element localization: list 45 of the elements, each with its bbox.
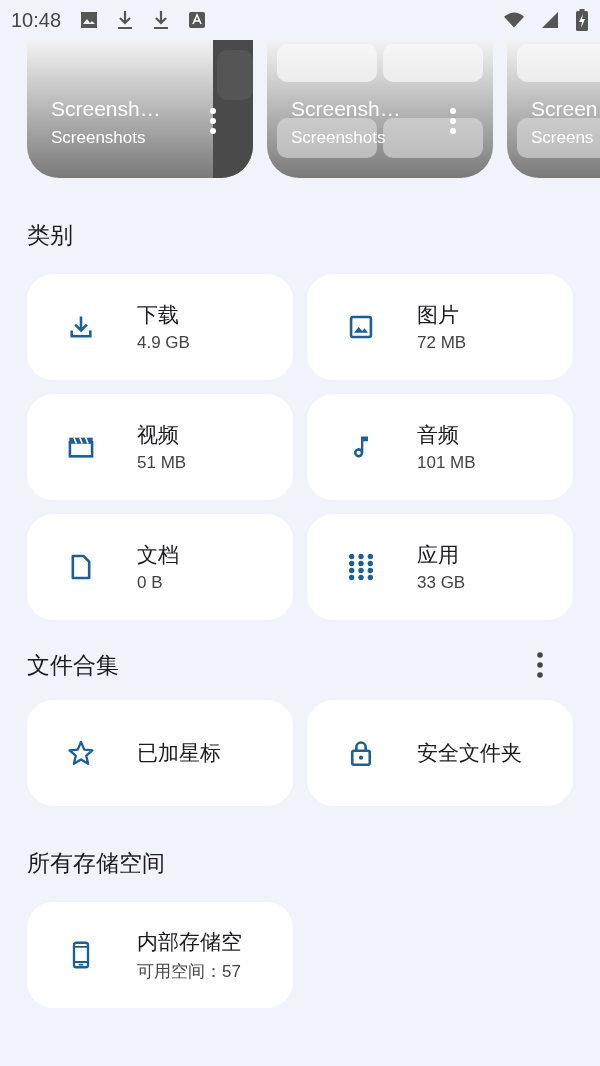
category-size: 101 MB	[417, 453, 476, 473]
folder-name: Screenshots	[291, 128, 387, 148]
collection-card[interactable]: 已加星标	[27, 700, 293, 806]
category-card[interactable]: 下载 4.9 GB	[27, 274, 293, 380]
collection-card[interactable]: 安全文件夹	[307, 700, 573, 806]
apps-grid-icon	[347, 553, 375, 581]
star-icon	[67, 739, 95, 767]
category-size: 51 MB	[137, 453, 187, 473]
status-time: 10:48	[11, 8, 62, 32]
category-card[interactable]: 音频 101 MB	[307, 394, 573, 500]
section-title: 类别	[26, 221, 74, 250]
storage-free-space: 可用空间：57	[137, 960, 242, 983]
storage-name: 内部存储空	[137, 928, 242, 956]
category-size: 33 GB	[417, 573, 466, 593]
signal-icon	[540, 10, 560, 30]
category-size: 72 MB	[417, 333, 467, 353]
category-size: 4.9 GB	[137, 333, 190, 353]
category-card[interactable]: 应用 33 GB	[307, 514, 573, 620]
more-icon[interactable]	[210, 108, 216, 134]
image-icon	[79, 10, 100, 30]
file-title: Screen	[531, 97, 598, 121]
folder-name: Screens	[531, 128, 595, 148]
more-icon[interactable]	[537, 652, 543, 678]
wifi-icon	[504, 10, 524, 30]
category-name: 应用	[417, 542, 460, 569]
category-name: 文档	[137, 542, 179, 569]
category-size: 0 B	[137, 573, 164, 593]
collection-name: 安全文件夹	[417, 740, 522, 767]
storage-card[interactable]: 内部存储空 可用空间：57	[27, 902, 293, 1008]
section-title: 文件合集	[27, 651, 119, 680]
category-card[interactable]: 视频 51 MB	[27, 394, 293, 500]
category-card[interactable]: 图片 72 MB	[307, 274, 573, 380]
image-icon	[347, 313, 375, 341]
category-name: 视频	[137, 422, 180, 449]
collection-name: 已加星标	[137, 740, 221, 767]
file-title: Screensh…	[291, 97, 401, 121]
text-icon	[187, 10, 208, 30]
folder-name: Screenshots	[51, 128, 147, 148]
category-card[interactable]: 文档 0 B	[27, 514, 293, 620]
category-name: 下载	[137, 302, 180, 329]
category-name: 音频	[417, 422, 460, 449]
section-title: 所有存储空间	[26, 849, 166, 878]
category-name: 图片	[417, 302, 460, 329]
battery-icon	[576, 9, 588, 31]
file-title: Screensh…	[51, 97, 161, 121]
